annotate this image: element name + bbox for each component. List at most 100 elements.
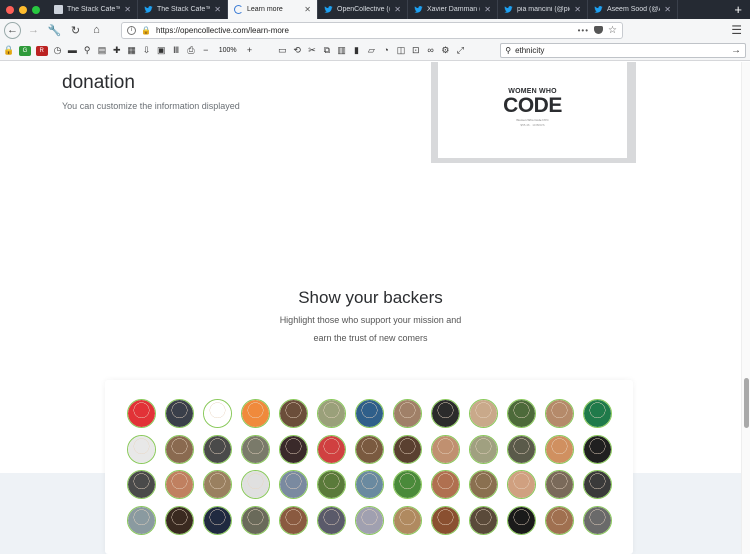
lock-extension-icon[interactable]: 🔒 xyxy=(3,46,14,56)
info-icon[interactable]: i xyxy=(127,25,136,35)
paste-icon[interactable]: ▥ xyxy=(337,46,347,56)
backer-avatar[interactable] xyxy=(545,470,574,499)
backer-avatar[interactable] xyxy=(317,399,346,428)
copy-icon[interactable]: ⧉ xyxy=(322,46,332,56)
close-tab-icon[interactable]: ✕ xyxy=(484,5,491,14)
bookmark-star-icon[interactable]: ☆ xyxy=(608,25,617,36)
download-icon[interactable]: ⇩ xyxy=(142,46,152,56)
backer-avatar[interactable] xyxy=(393,434,422,464)
minimize-window-button[interactable] xyxy=(19,5,27,14)
history-icon[interactable]: ⟲ xyxy=(292,46,302,56)
menu-button[interactable]: ☰ xyxy=(731,23,746,37)
backer-avatar[interactable] xyxy=(545,399,574,428)
backer-avatar[interactable] xyxy=(165,399,194,428)
rss-icon[interactable]: ◔ xyxy=(381,46,391,56)
backer-avatar[interactable] xyxy=(355,399,384,428)
web-developer-icon[interactable]: ⊡ xyxy=(411,46,421,56)
address-bar[interactable]: i 🔒 https://opencollective.com/learn-mor… xyxy=(121,21,623,39)
puzzle-icon[interactable]: ✚ xyxy=(112,46,122,56)
backer-avatar[interactable] xyxy=(507,470,536,499)
url-text[interactable]: https://opencollective.com/learn-more xyxy=(156,26,573,35)
search-extension-icon[interactable]: ⚲ xyxy=(82,46,92,56)
maximize-window-button[interactable] xyxy=(32,5,40,14)
backer-avatar[interactable] xyxy=(241,505,270,535)
settings-gear-icon[interactable]: ⚙ xyxy=(441,46,451,56)
tab-4[interactable]: Xavier Damman (@ ✕ xyxy=(408,0,498,19)
backer-avatar[interactable] xyxy=(431,399,460,428)
backer-avatar[interactable] xyxy=(279,434,308,464)
close-tab-icon[interactable]: ✕ xyxy=(664,5,671,14)
backer-avatar[interactable] xyxy=(279,399,308,428)
backer-avatar[interactable] xyxy=(469,399,498,428)
backer-avatar[interactable] xyxy=(127,399,156,428)
backer-avatar[interactable] xyxy=(431,434,460,464)
backer-avatar[interactable] xyxy=(507,434,536,464)
backer-avatar[interactable] xyxy=(469,470,498,499)
open-folder-icon[interactable]: ▱ xyxy=(366,46,376,56)
grid-icon[interactable]: ▦ xyxy=(127,46,137,56)
reader-icon[interactable]: ▤ xyxy=(97,46,107,56)
backer-avatar[interactable] xyxy=(469,505,498,535)
folder-icon[interactable]: ▭ xyxy=(277,46,287,56)
backer-avatar[interactable] xyxy=(317,434,346,464)
backer-avatar[interactable] xyxy=(279,505,308,535)
reload-button[interactable]: ↻ xyxy=(67,22,84,39)
tab-2[interactable]: Learn more ✕ xyxy=(228,0,318,19)
backer-avatar[interactable] xyxy=(165,434,194,464)
library-icon[interactable]: Ⅲ xyxy=(171,46,181,56)
forward-button[interactable]: → xyxy=(25,22,42,39)
new-tab-button[interactable]: + xyxy=(726,0,750,19)
page-actions-button[interactable]: ••• xyxy=(578,26,589,35)
backer-avatar[interactable] xyxy=(355,505,384,535)
close-tab-icon[interactable]: ✕ xyxy=(214,5,221,14)
backer-avatar[interactable] xyxy=(507,505,536,535)
tab-1[interactable]: The Stack Cafe™ - ✕ xyxy=(138,0,228,19)
screenshot-icon[interactable]: ▣ xyxy=(156,46,166,56)
back-button[interactable]: ← xyxy=(4,21,21,39)
backer-avatar[interactable] xyxy=(355,470,384,499)
backer-avatar[interactable] xyxy=(393,470,422,499)
close-window-button[interactable] xyxy=(6,5,14,14)
backer-avatar[interactable] xyxy=(583,470,612,499)
backer-avatar[interactable] xyxy=(469,434,498,464)
tab-0[interactable]: The Stack Cafe™ - ✕ xyxy=(48,0,138,19)
sidebar-icon[interactable]: ◫ xyxy=(396,46,406,56)
print-icon[interactable]: ⎙ xyxy=(186,46,196,56)
backer-avatar[interactable] xyxy=(203,470,232,499)
tab-6[interactable]: Aseem Sood (@Ase ✕ xyxy=(588,0,678,19)
backer-avatar[interactable] xyxy=(393,505,422,535)
green-badge-icon[interactable]: G xyxy=(19,45,31,56)
backer-avatar[interactable] xyxy=(127,505,156,535)
backer-avatar[interactable] xyxy=(241,470,270,499)
wrench-icon[interactable]: 🔧 xyxy=(46,22,63,39)
backer-avatar[interactable] xyxy=(241,434,270,464)
save-icon[interactable]: ▮ xyxy=(352,46,362,56)
hat-icon[interactable]: ▬ xyxy=(67,46,77,56)
backer-avatar[interactable] xyxy=(165,505,194,535)
backer-avatar[interactable] xyxy=(545,434,574,464)
backer-avatar[interactable] xyxy=(165,470,194,499)
zoom-out-button[interactable]: − xyxy=(201,46,211,56)
backer-avatar[interactable] xyxy=(317,505,346,535)
close-tab-icon[interactable]: ✕ xyxy=(124,5,131,14)
lock-icon[interactable]: 🔒 xyxy=(141,26,151,35)
backer-avatar[interactable] xyxy=(203,505,232,535)
glasses-icon[interactable]: ∞ xyxy=(426,46,436,56)
search-go-arrow-icon[interactable]: → xyxy=(731,45,741,56)
backer-avatar[interactable] xyxy=(203,434,232,464)
backer-avatar[interactable] xyxy=(431,505,460,535)
backer-avatar[interactable] xyxy=(279,470,308,499)
tab-3[interactable]: OpenCollective (@o ✕ xyxy=(318,0,408,19)
close-tab-icon[interactable]: ✕ xyxy=(574,5,581,14)
fullscreen-icon[interactable]: ⤢ xyxy=(455,46,465,56)
scrollbar-thumb[interactable] xyxy=(744,378,749,428)
backer-avatar[interactable] xyxy=(545,505,574,535)
backer-avatar[interactable] xyxy=(583,505,612,535)
backer-avatar[interactable] xyxy=(393,399,422,428)
search-bar[interactable]: ⚲ ethnicity → xyxy=(500,43,747,58)
backer-avatar[interactable] xyxy=(241,399,270,428)
close-tab-icon[interactable]: ✕ xyxy=(394,5,401,14)
backer-avatar[interactable] xyxy=(583,399,612,428)
close-tab-icon[interactable]: ✕ xyxy=(304,5,311,14)
backer-avatar[interactable] xyxy=(127,434,156,464)
